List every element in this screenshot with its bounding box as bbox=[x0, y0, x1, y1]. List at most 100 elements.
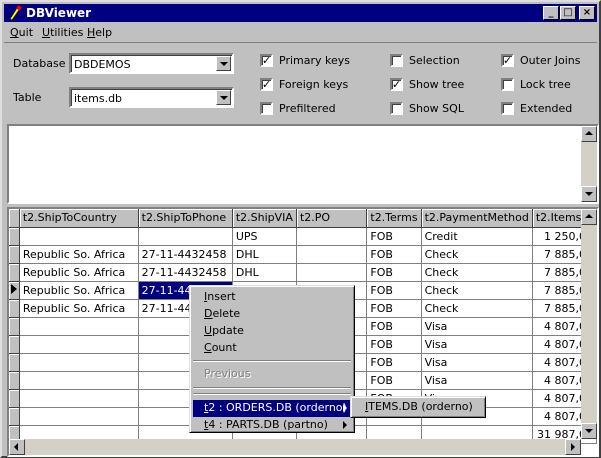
row-indicator[interactable] bbox=[9, 299, 20, 318]
database-combo[interactable]: DBDEMOS bbox=[69, 53, 234, 74]
grid-cell[interactable]: FOB bbox=[366, 371, 422, 390]
grid-cell[interactable]: FOB bbox=[366, 299, 422, 318]
table-row[interactable]: UPS FOB Credit 1 250,00 bbox=[9, 227, 597, 246]
scroll-down-icon[interactable] bbox=[581, 186, 597, 202]
checkbox-box[interactable] bbox=[501, 102, 514, 115]
row-indicator[interactable] bbox=[9, 281, 20, 300]
menu-quit[interactable]: Quit bbox=[10, 26, 33, 39]
menu-item-update[interactable]: Update bbox=[193, 323, 351, 340]
grid-cell[interactable] bbox=[138, 227, 233, 246]
memo-scrollbar[interactable] bbox=[581, 126, 597, 202]
grid-cell[interactable]: Check bbox=[421, 245, 533, 264]
grid-cell[interactable]: FOB bbox=[366, 281, 422, 300]
menu-item-parts[interactable]: t4 : PARTS.DB (partno) bbox=[193, 417, 351, 431]
row-indicator[interactable] bbox=[9, 317, 20, 336]
menu-item-delete[interactable]: Delete bbox=[193, 306, 351, 323]
grid-cell[interactable]: DHL bbox=[232, 245, 297, 264]
grid-cell[interactable] bbox=[296, 263, 368, 282]
checkbox-box[interactable]: ✓ bbox=[390, 78, 403, 91]
grid-cell[interactable]: 27-11-4432458 bbox=[138, 245, 233, 264]
col-header[interactable]: t2.PaymentMethod bbox=[421, 209, 533, 228]
grid-cell[interactable]: Republic So. Africa bbox=[19, 263, 139, 282]
grid-cell[interactable] bbox=[19, 371, 139, 390]
row-indicator[interactable] bbox=[9, 263, 20, 282]
grid-cell[interactable]: Check bbox=[421, 299, 533, 318]
scroll-left-icon[interactable] bbox=[9, 439, 25, 455]
grid-cell[interactable]: Republic So. Africa bbox=[19, 245, 139, 264]
table-combo[interactable]: items.db bbox=[69, 87, 234, 108]
grid-cell[interactable]: Visa bbox=[421, 371, 533, 390]
grid-cell[interactable]: 27-11-4432458 bbox=[138, 263, 233, 282]
checkbox-box[interactable]: ✓ bbox=[260, 78, 273, 91]
checkbox-label: Foreign keys bbox=[279, 78, 349, 91]
options-panel: Database DBDEMOS Table items.db ✓ Primar… bbox=[4, 42, 597, 122]
close-button[interactable]: × bbox=[579, 6, 595, 20]
menu-item-label: ITEMS.DB (orderno) bbox=[365, 400, 473, 413]
checkbox-box[interactable] bbox=[501, 78, 514, 91]
checkbox-box[interactable] bbox=[260, 102, 273, 115]
row-indicator[interactable] bbox=[9, 227, 20, 246]
grid-cell[interactable]: Visa bbox=[421, 353, 533, 372]
table-row[interactable]: Republic So. Africa 27-11-4432458 DHL FOB Ch… bbox=[9, 245, 597, 264]
grid-vscrollbar[interactable] bbox=[581, 209, 597, 439]
grid-cell[interactable]: FOB bbox=[366, 245, 422, 264]
col-header[interactable]: t2.ShipVIA bbox=[232, 209, 297, 228]
minimize-button[interactable]: _ bbox=[543, 6, 559, 20]
table-row[interactable]: Republic So. Africa 27-11-4432458 DHL FOB Ch… bbox=[9, 263, 597, 282]
grid-cell[interactable]: Republic So. Africa bbox=[19, 299, 139, 318]
grid-cell[interactable]: FOB bbox=[366, 263, 422, 282]
col-header[interactable]: t2.Terms bbox=[366, 209, 422, 228]
row-indicator[interactable] bbox=[9, 389, 20, 408]
col-header[interactable]: t2.ShipToCountry bbox=[19, 209, 139, 228]
menu-separator bbox=[193, 360, 351, 362]
row-indicator[interactable] bbox=[9, 335, 20, 354]
grid-cell[interactable] bbox=[19, 317, 139, 336]
sql-memo[interactable] bbox=[7, 124, 599, 204]
scroll-right-icon[interactable] bbox=[565, 439, 581, 455]
grid-cell[interactable] bbox=[19, 353, 139, 372]
grid-cell[interactable] bbox=[296, 227, 368, 246]
grid-cell[interactable] bbox=[19, 407, 139, 426]
current-row-icon bbox=[11, 283, 17, 294]
checkbox-box[interactable]: ✓ bbox=[501, 54, 514, 67]
menu-help[interactable]: Help bbox=[87, 26, 112, 39]
grid-cell[interactable] bbox=[19, 335, 139, 354]
grid-cell[interactable]: Visa bbox=[421, 335, 533, 354]
grid-cell[interactable]: FOB bbox=[366, 317, 422, 336]
scroll-down-icon[interactable] bbox=[581, 423, 597, 439]
grid-cell[interactable]: DHL bbox=[232, 263, 297, 282]
menu-item-count[interactable]: Count bbox=[193, 340, 351, 357]
chevron-down-icon[interactable] bbox=[216, 90, 231, 105]
grid-cell[interactable] bbox=[19, 227, 139, 246]
checkbox-box[interactable] bbox=[390, 102, 403, 115]
checkbox-box[interactable] bbox=[390, 54, 403, 67]
grid-cell[interactable]: UPS bbox=[232, 227, 297, 246]
row-indicator[interactable] bbox=[9, 371, 20, 390]
menu-item-label: Update bbox=[204, 324, 244, 337]
menu-utilities[interactable]: Utilities bbox=[42, 26, 83, 39]
grid-cell[interactable]: FOB bbox=[366, 335, 422, 354]
row-indicator[interactable] bbox=[9, 353, 20, 372]
col-header[interactable]: t2.ShipToPhone bbox=[138, 209, 233, 228]
grid-cell[interactable] bbox=[296, 245, 368, 264]
grid-cell[interactable]: FOB bbox=[366, 353, 422, 372]
grid-hscrollbar[interactable] bbox=[9, 439, 581, 455]
scroll-up-icon[interactable] bbox=[581, 209, 597, 225]
grid-cell[interactable]: Republic So. Africa bbox=[19, 281, 139, 300]
chevron-down-icon[interactable] bbox=[216, 56, 231, 71]
grid-cell[interactable]: Check bbox=[421, 263, 533, 282]
menu-item-orders[interactable]: t2 : ORDERS.DB (orderno) bbox=[193, 400, 351, 417]
grid-cell[interactable]: Credit bbox=[421, 227, 533, 246]
submenu-item-items[interactable]: ITEMS.DB (orderno) bbox=[354, 399, 482, 416]
maximize-button[interactable]: □ bbox=[560, 6, 576, 20]
row-indicator[interactable] bbox=[9, 245, 20, 264]
grid-cell[interactable] bbox=[19, 389, 139, 408]
menu-item-insert[interactable]: Insert bbox=[193, 289, 351, 306]
row-indicator[interactable] bbox=[9, 407, 20, 426]
grid-cell[interactable]: Visa bbox=[421, 317, 533, 336]
checkbox-box[interactable]: ✓ bbox=[260, 54, 273, 67]
grid-cell[interactable]: Check bbox=[421, 281, 533, 300]
grid-cell[interactable]: FOB bbox=[366, 227, 422, 246]
scroll-up-icon[interactable] bbox=[581, 126, 597, 142]
col-header[interactable]: t2.PO bbox=[296, 209, 368, 228]
